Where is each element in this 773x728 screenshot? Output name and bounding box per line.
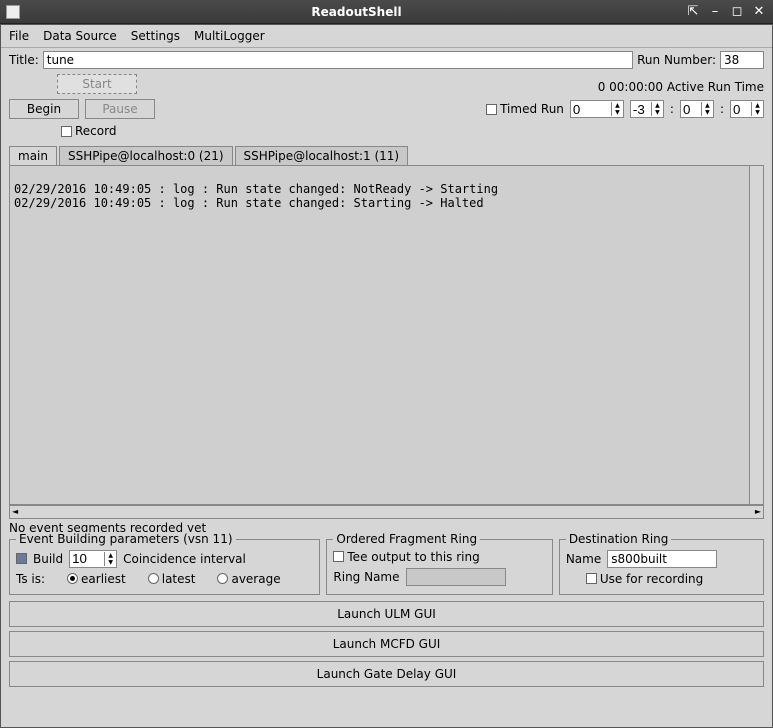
window-titlebar: ReadoutShell ⇱ – ◻ ✕ <box>0 0 773 24</box>
pin-icon[interactable]: ⇱ <box>685 4 701 19</box>
timed-run-sec1[interactable]: ▲▼ <box>680 100 714 118</box>
timed-run-label: Timed Run <box>500 102 564 116</box>
launch-buttons: Launch ULM GUI Launch MCFD GUI Launch Ga… <box>1 597 772 691</box>
run-number-input[interactable] <box>720 51 764 69</box>
timed-run-min[interactable]: ▲▼ <box>630 100 664 118</box>
timed-run-checkbox[interactable]: Timed Run <box>486 102 564 116</box>
tab-sshpipe-1[interactable]: SSHPipe@localhost:1 (11) <box>235 146 409 165</box>
build-spinner[interactable]: ▲▼ <box>69 550 117 568</box>
log-line: 02/29/2016 10:49:05 : log : Run state ch… <box>14 182 498 196</box>
spinner-arrows-icon[interactable]: ▲▼ <box>751 102 763 116</box>
control-row: Begin Pause Timed Run ▲▼ ▲▼ : ▲▼ : <box>1 96 772 122</box>
log-area: 02/29/2016 10:49:05 : log : Run state ch… <box>9 165 764 505</box>
spinner-arrows-icon[interactable]: ▲▼ <box>701 102 713 116</box>
ordered-fragment-ring-panel: Ordered Fragment Ring Tee output to this… <box>326 539 552 595</box>
title-label: Title: <box>9 53 39 67</box>
menubar: File Data Source Settings MultiLogger <box>1 25 772 48</box>
ts-label: Ts is: <box>16 572 45 586</box>
start-row: Start 0 00:00:00 Active Run Time <box>1 72 772 96</box>
timed-run-hours[interactable]: ▲▼ <box>570 100 624 118</box>
record-checkbox[interactable]: Record <box>61 124 116 138</box>
tab-main[interactable]: main <box>9 146 57 165</box>
app-window: File Data Source Settings MultiLogger Ti… <box>0 24 773 728</box>
radio-off-icon <box>217 573 228 584</box>
record-row: Record <box>1 122 772 144</box>
timed-run-sec2[interactable]: ▲▼ <box>730 100 764 118</box>
build-checkbox[interactable] <box>16 553 27 564</box>
scrollbar-vertical[interactable] <box>749 166 763 504</box>
window-title: ReadoutShell <box>28 5 685 19</box>
spinner-arrows-icon[interactable]: ▲▼ <box>611 102 623 116</box>
ring-name-label: Ring Name <box>333 570 399 584</box>
window-icon <box>6 5 20 19</box>
minimize-icon[interactable]: – <box>707 4 723 19</box>
panel-legend: Destination Ring <box>566 532 672 546</box>
spinner-arrows-icon[interactable]: ▲▼ <box>104 552 116 566</box>
panel-legend: Event Building parameters (vsn 11) <box>16 532 236 546</box>
launch-mcfd-button[interactable]: Launch MCFD GUI <box>9 631 764 657</box>
build-label: Build <box>33 552 63 566</box>
ts-earliest-radio[interactable]: earliest <box>67 572 126 586</box>
menu-multilogger[interactable]: MultiLogger <box>194 29 265 43</box>
ts-average-radio[interactable]: average <box>217 572 280 586</box>
use-for-recording-checkbox[interactable]: Use for recording <box>586 572 703 586</box>
radio-off-icon <box>148 573 159 584</box>
chevron-right-icon[interactable]: ► <box>753 507 763 516</box>
radio-on-icon <box>67 573 78 584</box>
record-label: Record <box>75 124 116 138</box>
menu-settings[interactable]: Settings <box>131 29 180 43</box>
tabbar: main SSHPipe@localhost:0 (21) SSHPipe@lo… <box>1 146 772 165</box>
pause-button[interactable]: Pause <box>85 99 155 119</box>
chevron-left-icon[interactable]: ◄ <box>10 507 20 516</box>
event-building-panel: Event Building parameters (vsn 11) Build… <box>9 539 320 595</box>
title-input[interactable] <box>43 51 633 69</box>
menu-file[interactable]: File <box>9 29 29 43</box>
launch-gate-delay-button[interactable]: Launch Gate Delay GUI <box>9 661 764 687</box>
panel-legend: Ordered Fragment Ring <box>333 532 480 546</box>
start-button[interactable]: Start <box>57 74 137 94</box>
coincidence-label: Coincidence interval <box>123 552 246 566</box>
active-run-time-value: 0 00:00:00 <box>598 80 663 94</box>
dest-name-label: Name <box>566 552 601 566</box>
tee-output-checkbox[interactable]: Tee output to this ring <box>333 550 479 564</box>
run-number-label: Run Number: <box>637 53 716 67</box>
window-controls: ⇱ – ◻ ✕ <box>685 4 767 19</box>
begin-button[interactable]: Begin <box>9 99 79 119</box>
maximize-icon[interactable]: ◻ <box>729 4 745 19</box>
close-icon[interactable]: ✕ <box>751 4 767 19</box>
spinner-arrows-icon[interactable]: ▲▼ <box>651 102 663 116</box>
scrollbar-horizontal[interactable]: ◄ ► <box>9 505 764 519</box>
ts-latest-radio[interactable]: latest <box>148 572 196 586</box>
launch-ulm-button[interactable]: Launch ULM GUI <box>9 601 764 627</box>
title-row: Title: Run Number: <box>1 48 772 72</box>
dest-name-input[interactable] <box>607 550 717 568</box>
active-run-time-label: Active Run Time <box>667 80 764 94</box>
tab-sshpipe-0[interactable]: SSHPipe@localhost:0 (21) <box>59 146 233 165</box>
panels-row: Event Building parameters (vsn 11) Build… <box>1 537 772 597</box>
checkbox-icon <box>61 126 72 137</box>
menu-data-source[interactable]: Data Source <box>43 29 117 43</box>
ring-name-input[interactable] <box>406 568 506 586</box>
checkbox-icon <box>486 104 497 115</box>
log-line: 02/29/2016 10:49:05 : log : Run state ch… <box>14 196 484 210</box>
checkbox-icon <box>586 573 597 584</box>
checkbox-icon <box>333 551 344 562</box>
destination-ring-panel: Destination Ring Name Use for recording <box>559 539 764 595</box>
